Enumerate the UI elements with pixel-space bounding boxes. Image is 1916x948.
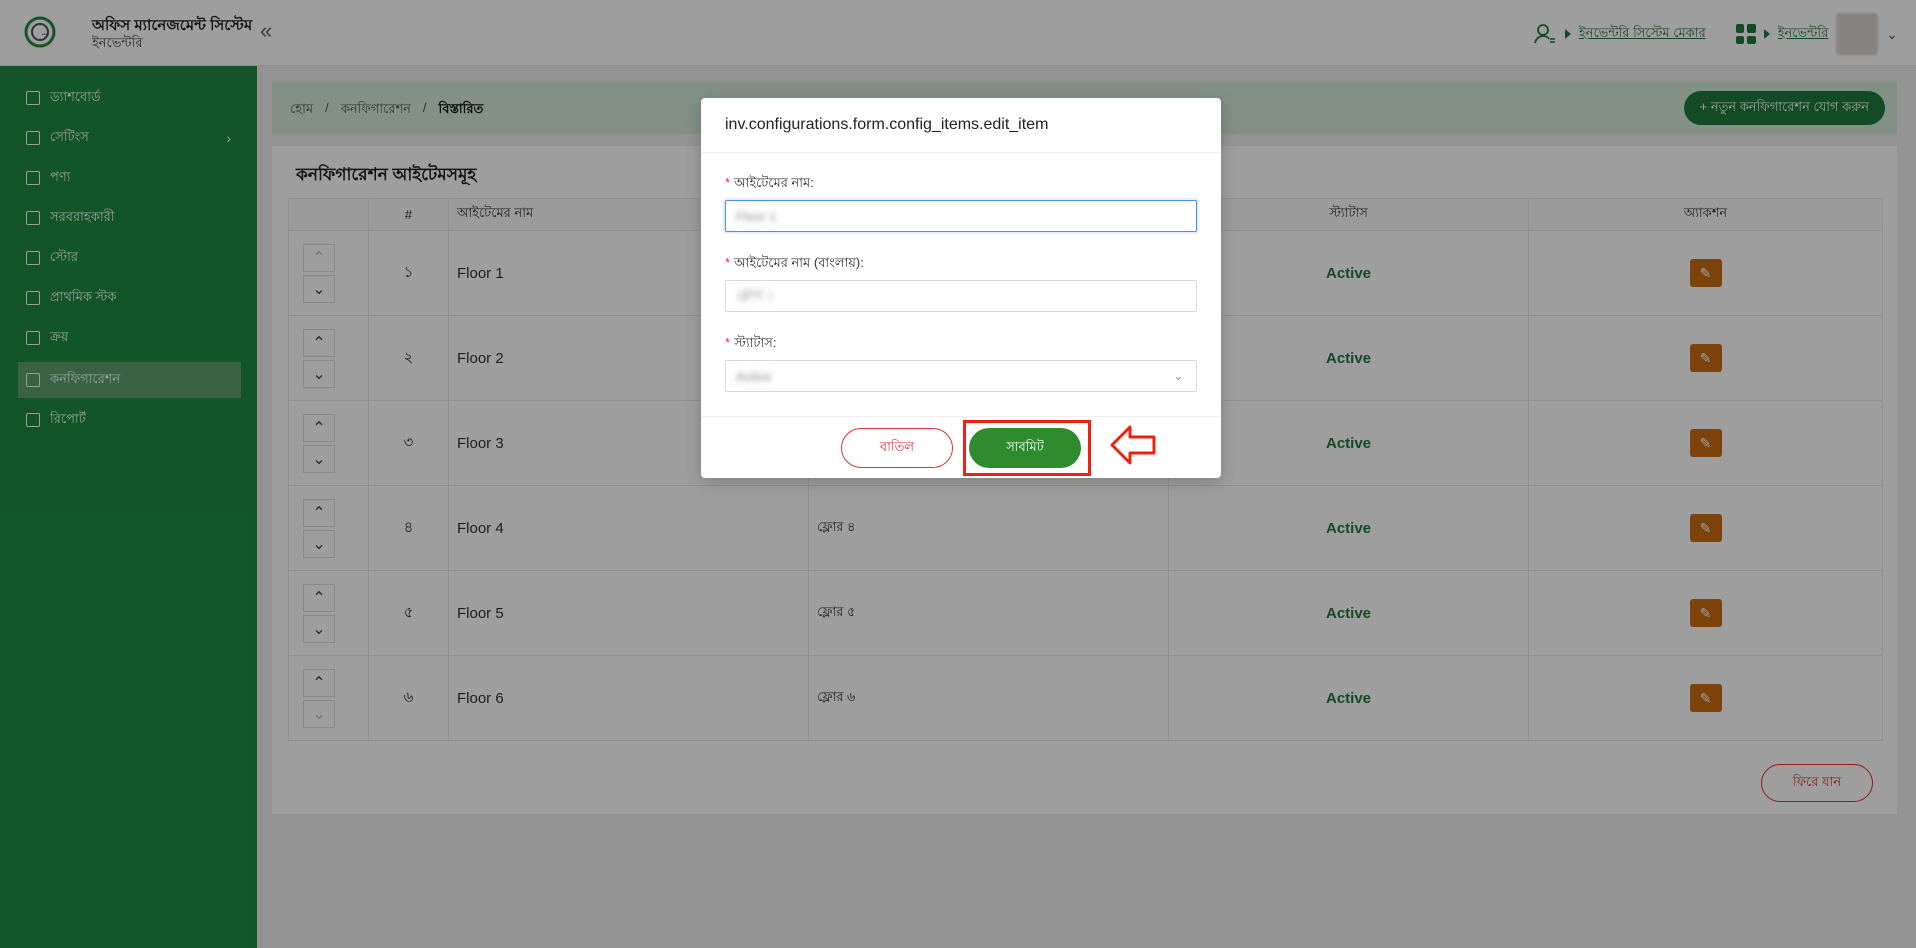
required-mark: * (725, 335, 731, 350)
divider (701, 152, 1221, 153)
status-label: * স্ট্যাটাস: (725, 335, 777, 350)
modal-title: inv.configurations.form.config_items.edi… (725, 116, 1049, 133)
required-mark: * (725, 175, 731, 190)
edit-item-modal: inv.configurations.form.config_items.edi… (701, 98, 1221, 478)
required-mark: * (725, 255, 731, 270)
item-name-input[interactable]: Floor 1 (725, 200, 1197, 232)
cancel-button[interactable]: বাতিল (841, 428, 953, 468)
item-name-bn-input[interactable]: ফ্লোর ১ (725, 280, 1197, 312)
highlight-box (963, 420, 1091, 476)
arrow-left-icon (1110, 425, 1156, 465)
item-name-bn-label: * আইটেমের নাম (বাংলায়): (725, 255, 864, 270)
chevron-down-icon: ⌄ (1173, 368, 1184, 383)
item-name-label: * আইটেমের নাম: (725, 175, 814, 190)
status-select[interactable]: Active ⌄ (725, 360, 1197, 392)
divider (701, 416, 1221, 417)
